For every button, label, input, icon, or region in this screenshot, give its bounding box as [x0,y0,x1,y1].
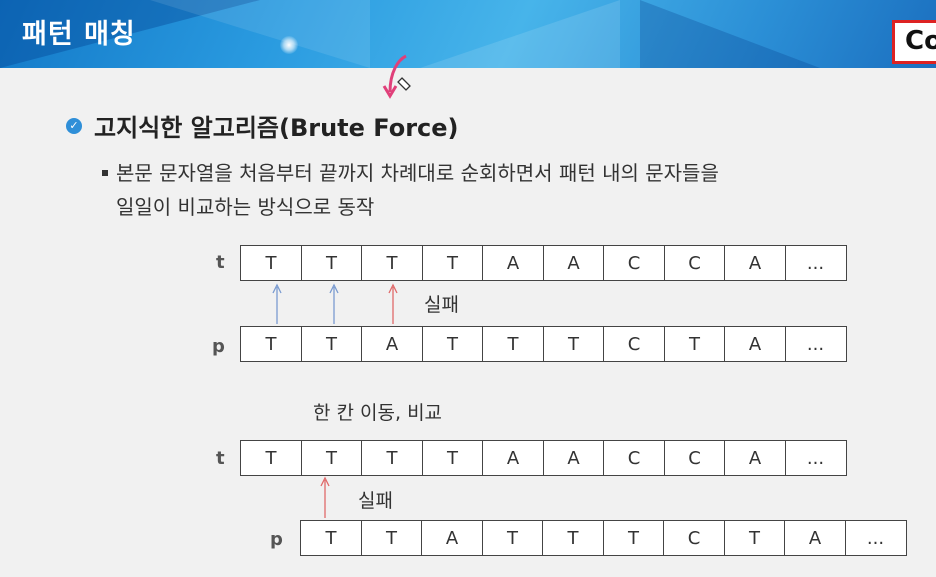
fail-arrow-icon [388,283,398,324]
comparison-arrows [272,283,398,518]
fail-arrow-icon [320,476,330,518]
match-arrow-icon [272,283,282,324]
match-arrow-icon [329,283,339,324]
